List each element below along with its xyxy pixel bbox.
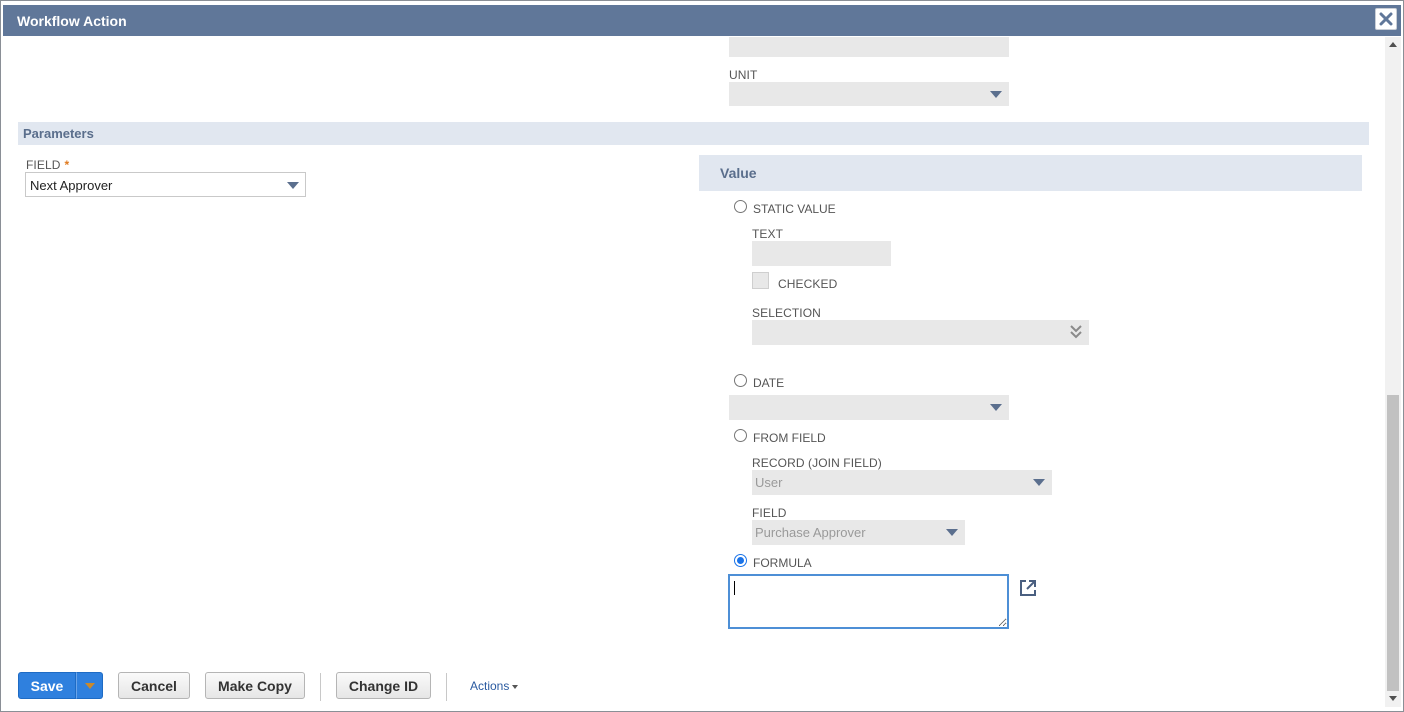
footer-divider bbox=[320, 673, 321, 701]
footer-divider bbox=[446, 673, 447, 701]
double-chevron-down-icon bbox=[1070, 325, 1082, 339]
checked-label: CHECKED bbox=[778, 277, 838, 291]
scrollbar-thumb[interactable] bbox=[1387, 395, 1399, 691]
caret-down-icon bbox=[946, 529, 958, 536]
parameters-section-header: Parameters bbox=[18, 122, 1369, 145]
scroll-up-arrow-icon[interactable] bbox=[1389, 42, 1397, 47]
field-label: FIELD * bbox=[26, 158, 69, 172]
field-select-value: Next Approver bbox=[30, 178, 113, 193]
date-select[interactable] bbox=[729, 395, 1009, 420]
from-field-label: FROM FIELD bbox=[753, 431, 826, 445]
close-icon bbox=[1379, 12, 1393, 26]
text-cursor bbox=[734, 581, 735, 595]
formula-textarea[interactable] bbox=[728, 574, 1009, 629]
date-label: DATE bbox=[753, 376, 785, 390]
formula-label: FORMULA bbox=[753, 556, 812, 570]
top-partial-field[interactable] bbox=[729, 37, 1009, 57]
static-value-radio[interactable] bbox=[734, 200, 747, 213]
caret-down-icon bbox=[1033, 479, 1045, 486]
caret-down-icon bbox=[990, 404, 1002, 411]
from-field-field-select[interactable]: Purchase Approver bbox=[752, 520, 965, 545]
unit-select[interactable] bbox=[729, 82, 1009, 106]
record-join-field-value: User bbox=[755, 475, 783, 490]
parameters-section-title: Parameters bbox=[23, 126, 94, 141]
save-options-dropdown-button[interactable] bbox=[76, 672, 103, 699]
from-field-field-label: FIELD bbox=[752, 506, 787, 520]
open-external-icon[interactable] bbox=[1018, 578, 1038, 598]
selection-multiselect[interactable] bbox=[752, 320, 1089, 345]
formula-radio[interactable] bbox=[734, 554, 747, 567]
record-join-field-select[interactable]: User bbox=[752, 470, 1052, 495]
change-id-button[interactable]: Change ID bbox=[336, 672, 431, 699]
caret-down-icon bbox=[990, 91, 1002, 98]
caret-down-icon bbox=[287, 182, 299, 189]
cancel-button[interactable]: Cancel bbox=[118, 672, 190, 699]
record-join-field-label: RECORD (JOIN FIELD) bbox=[752, 456, 882, 470]
date-radio[interactable] bbox=[734, 374, 747, 387]
field-select[interactable]: Next Approver bbox=[25, 172, 306, 197]
field-label-text: FIELD bbox=[26, 158, 61, 172]
text-input[interactable] bbox=[752, 241, 891, 266]
scroll-down-arrow-icon[interactable] bbox=[1389, 696, 1397, 701]
save-button[interactable]: Save bbox=[18, 672, 76, 699]
text-label: TEXT bbox=[752, 227, 784, 241]
dialog-titlebar: Workflow Action bbox=[3, 5, 1401, 36]
dialog-title: Workflow Action bbox=[17, 13, 127, 29]
workflow-action-dialog: Workflow Action UNIT Parameters FIELD * N… bbox=[0, 0, 1404, 712]
actions-menu-link[interactable]: Actions bbox=[470, 679, 518, 693]
checked-checkbox[interactable] bbox=[752, 272, 769, 289]
static-value-label: STATIC VALUE bbox=[753, 202, 836, 216]
value-section-title: Value bbox=[720, 165, 757, 181]
make-copy-button[interactable]: Make Copy bbox=[205, 672, 305, 699]
close-button[interactable] bbox=[1375, 8, 1397, 30]
selection-label: SELECTION bbox=[752, 306, 821, 320]
from-field-radio[interactable] bbox=[734, 429, 747, 442]
value-section-header: Value bbox=[699, 155, 1362, 191]
required-marker: * bbox=[64, 158, 70, 172]
unit-label: UNIT bbox=[729, 68, 758, 82]
from-field-field-value: Purchase Approver bbox=[755, 525, 866, 540]
